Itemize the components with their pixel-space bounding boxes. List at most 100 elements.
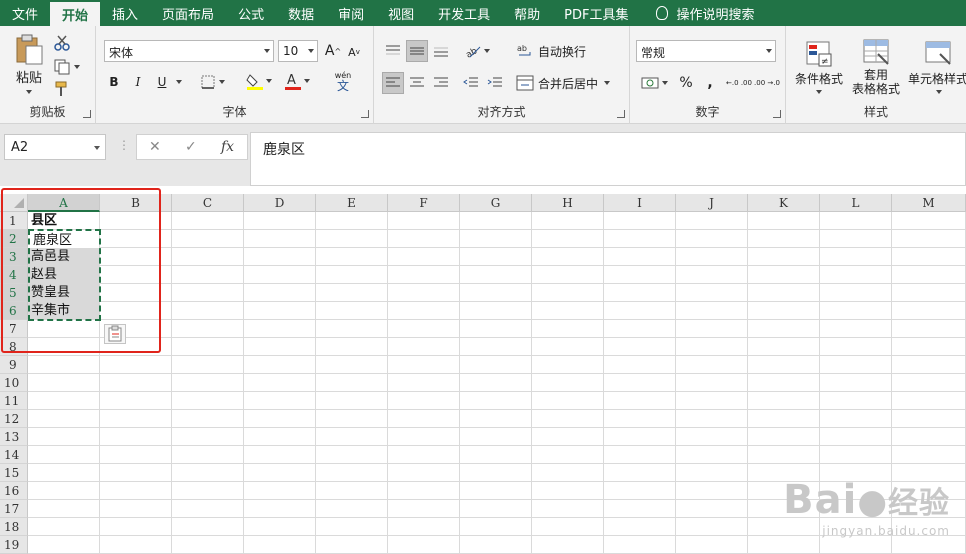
wrap-text-button[interactable]: ab 自动换行 <box>516 40 606 62</box>
row-header-16[interactable]: 16 <box>0 482 28 500</box>
insert-function-button[interactable]: fx <box>221 139 234 155</box>
tab-page-layout[interactable]: 页面布局 <box>150 0 226 26</box>
scissors-icon <box>54 35 70 51</box>
fill-bucket-icon <box>246 74 263 90</box>
column-header-i[interactable]: I <box>604 194 676 212</box>
tab-data[interactable]: 数据 <box>276 0 326 26</box>
paste-button[interactable]: 粘贴 <box>10 34 48 94</box>
top-align-button[interactable] <box>382 40 404 62</box>
increase-indent-button[interactable] <box>484 72 506 94</box>
chevron-down-icon <box>304 79 310 83</box>
column-header-j[interactable]: J <box>676 194 748 212</box>
column-header-l[interactable]: L <box>820 194 892 212</box>
wrap-text-icon: ab <box>517 44 531 56</box>
row-header-10[interactable]: 10 <box>0 374 28 392</box>
conditional-formatting-button[interactable]: ≠ 条件格式 <box>792 34 846 100</box>
bold-button[interactable]: B <box>104 72 124 92</box>
accounting-format-button[interactable] <box>636 72 672 94</box>
format-painter-button[interactable] <box>52 80 72 98</box>
row-header-19[interactable]: 19 <box>0 536 28 554</box>
bottom-align-button[interactable] <box>430 40 452 62</box>
italic-button[interactable]: I <box>128 72 148 92</box>
row-gridline <box>28 391 966 392</box>
tab-help[interactable]: 帮助 <box>502 0 552 26</box>
grow-font-button[interactable]: A ^ <box>324 42 342 60</box>
row-gridline <box>28 355 966 356</box>
formula-bar-grip[interactable]: ⋮ <box>118 138 130 156</box>
annotation-highlight-box <box>1 188 161 353</box>
underline-dropdown[interactable] <box>174 72 184 92</box>
align-center-button[interactable] <box>406 72 428 94</box>
row-header-18[interactable]: 18 <box>0 518 28 536</box>
enter-icon[interactable]: ✓ <box>185 139 197 155</box>
number-launcher-icon[interactable] <box>773 110 781 118</box>
column-header-e[interactable]: E <box>316 194 388 212</box>
tab-developer[interactable]: 开发工具 <box>426 0 502 26</box>
paste-options-button[interactable] <box>104 324 126 344</box>
tab-view[interactable]: 视图 <box>376 0 426 26</box>
phonetic-button[interactable]: wén 文 <box>328 68 358 94</box>
tab-pdf-tools[interactable]: PDF工具集 <box>552 0 640 26</box>
column-header-c[interactable]: C <box>172 194 244 212</box>
column-header-d[interactable]: D <box>244 194 316 212</box>
fill-color-button[interactable] <box>244 70 274 92</box>
underline-button[interactable]: U <box>152 72 172 92</box>
copy-button[interactable] <box>52 58 82 76</box>
font-name-combo[interactable]: 宋体 <box>104 40 274 62</box>
row-header-15[interactable]: 15 <box>0 464 28 482</box>
column-header-h[interactable]: H <box>532 194 604 212</box>
tab-home[interactable]: 开始 <box>50 2 101 26</box>
alignment-launcher-icon[interactable] <box>617 110 625 118</box>
row-header-9[interactable]: 9 <box>0 356 28 374</box>
row-header-14[interactable]: 14 <box>0 446 28 464</box>
row-gridline <box>28 409 966 410</box>
formula-input[interactable]: 鹿泉区 <box>250 132 966 186</box>
cancel-icon[interactable]: ✕ <box>149 139 161 155</box>
chevron-down-icon <box>264 49 270 53</box>
align-middle-icon <box>410 47 424 55</box>
row-gridline <box>28 301 966 302</box>
number-format-combo[interactable]: 常规 <box>636 40 776 62</box>
tab-formulas[interactable]: 公式 <box>226 0 276 26</box>
column-header-m[interactable]: M <box>892 194 966 212</box>
row-header-11[interactable]: 11 <box>0 392 28 410</box>
align-left-button[interactable] <box>382 72 404 94</box>
tab-insert[interactable]: 插入 <box>100 0 150 26</box>
format-as-table-button[interactable]: 套用 表格格式 <box>848 34 904 100</box>
row-header-12[interactable]: 12 <box>0 410 28 428</box>
font-launcher-icon[interactable] <box>361 110 369 118</box>
font-size-combo[interactable]: 10 <box>278 40 318 62</box>
borders-button[interactable] <box>198 72 228 92</box>
column-header-f[interactable]: F <box>388 194 460 212</box>
column-header-g[interactable]: G <box>460 194 532 212</box>
decrease-decimal-button[interactable]: .00 →.0 <box>754 72 780 94</box>
clipboard-launcher-icon[interactable] <box>83 110 91 118</box>
cell-styles-label: 单元格样式 <box>908 72 966 86</box>
svg-text:ab: ab <box>464 46 479 59</box>
name-box[interactable]: A2 <box>4 134 106 160</box>
font-color-button[interactable]: A <box>282 70 312 92</box>
align-left-icon <box>386 77 400 87</box>
tab-file[interactable]: 文件 <box>0 0 50 26</box>
comma-button[interactable]: , <box>700 72 720 94</box>
styles-group-label: 样式 <box>863 105 888 119</box>
chevron-down-icon <box>219 80 225 84</box>
tab-review[interactable]: 审阅 <box>326 0 376 26</box>
row-header-17[interactable]: 17 <box>0 500 28 518</box>
shrink-font-button[interactable]: Av <box>346 44 362 60</box>
column-header-k[interactable]: K <box>748 194 820 212</box>
percent-button[interactable]: % <box>676 72 696 94</box>
align-right-button[interactable] <box>430 72 452 94</box>
merge-center-button[interactable]: 合并后居中 <box>516 72 620 94</box>
cut-button[interactable] <box>52 34 72 52</box>
orientation-button[interactable]: ab <box>460 40 494 62</box>
cell-styles-button[interactable]: 单元格样式 <box>908 34 966 100</box>
decrease-indent-button[interactable] <box>460 72 482 94</box>
tell-me-search[interactable]: 操作说明搜索 <box>640 0 766 26</box>
row-header-13[interactable]: 13 <box>0 428 28 446</box>
middle-align-button[interactable] <box>406 40 428 62</box>
svg-text:ab: ab <box>517 44 527 53</box>
orientation-icon: ab <box>464 46 481 59</box>
increase-decimal-button[interactable]: ←.0 .00 <box>726 72 752 94</box>
chevron-down-icon <box>604 81 611 85</box>
